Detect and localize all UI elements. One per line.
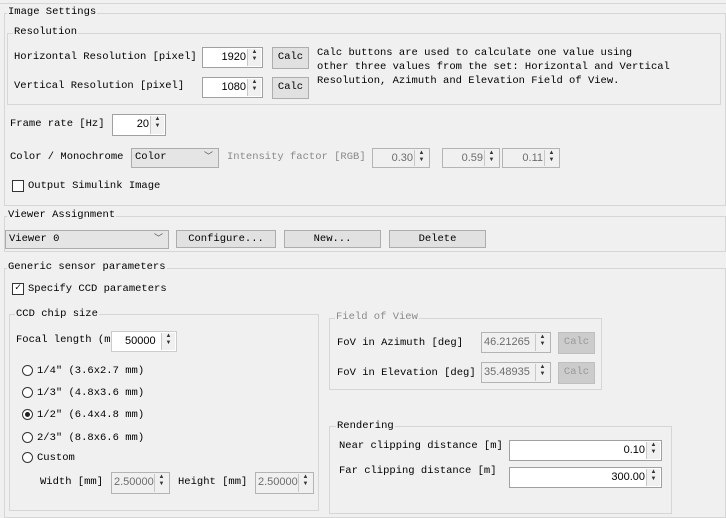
calc-azimuth-button[interactable]: Calc xyxy=(558,332,595,354)
fov-elevation-label: FoV in Elevation [deg] xyxy=(337,367,476,379)
viewer-assignment-title: Viewer Assignment xyxy=(7,209,117,221)
resolution-title: Resolution xyxy=(13,26,79,38)
vertical-resolution-label: Vertical Resolution [pixel] xyxy=(14,80,185,92)
radio-third-inch[interactable] xyxy=(22,387,33,398)
radio-half-inch[interactable] xyxy=(22,409,33,420)
spinner-icon[interactable]: ▲ ▼ xyxy=(161,333,175,350)
radio-custom[interactable] xyxy=(22,452,33,463)
spinner-icon[interactable]: ▲ ▼ xyxy=(535,364,549,381)
calc-description-line: Resolution, Azimuth and Elevation Field … xyxy=(317,75,620,87)
intensity-g-input[interactable]: 0.59 ▲ ▼ xyxy=(442,148,500,168)
chevron-down-icon: ﹀ xyxy=(153,234,163,244)
radio-label: 1/4" (3.6x2.7 mm) xyxy=(37,365,145,377)
calc-elevation-button[interactable]: Calc xyxy=(558,362,595,384)
delete-button[interactable]: Delete xyxy=(389,230,486,248)
radio-label: Custom xyxy=(37,452,75,464)
spinner-icon[interactable]: ▲ ▼ xyxy=(298,474,312,492)
specify-ccd-label: Specify CCD parameters xyxy=(28,283,167,295)
radio-quarter-inch[interactable] xyxy=(22,365,33,376)
frame-rate-label: Frame rate [Hz] xyxy=(10,118,105,130)
radio-label: 2/3" (8.8x6.6 mm) xyxy=(37,432,145,444)
focal-length-input[interactable]: 50000 ▲ ▼ xyxy=(111,331,177,352)
ccd-chip-title: CCD chip size xyxy=(15,308,99,320)
intensity-label: Intensity factor [RGB] xyxy=(227,151,366,163)
radio-two-thirds-inch[interactable] xyxy=(22,432,33,443)
radio-label: 1/3" (4.8x3.6 mm) xyxy=(37,387,145,399)
output-simulink-checkbox[interactable] xyxy=(12,180,24,192)
radio-label: 1/2" (6.4x4.8 mm) xyxy=(37,409,145,421)
calc-description-line: Calc buttons are used to calculate one v… xyxy=(317,47,633,59)
far-clipping-label: Far clipping distance [m] xyxy=(339,465,497,477)
spinner-icon[interactable]: ▲ ▼ xyxy=(247,49,261,66)
image-settings-title: Image Settings xyxy=(7,6,98,18)
new-button[interactable]: New... xyxy=(284,230,381,248)
width-label: Width [mm] xyxy=(40,476,104,488)
vertical-resolution-input[interactable]: 1080 ▲ ▼ xyxy=(202,77,263,98)
calc-vertical-button[interactable]: Calc xyxy=(272,77,309,99)
spinner-icon[interactable]: ▲ ▼ xyxy=(535,334,549,351)
fov-azimuth-input[interactable]: 46.21265 ▲ ▼ xyxy=(481,332,551,353)
spinner-icon[interactable]: ▲ ▼ xyxy=(646,469,660,486)
calc-description-line: other three values from the set: Horizon… xyxy=(317,61,670,73)
generic-sensor-title: Generic sensor parameters xyxy=(7,261,167,273)
height-label: Height [mm] xyxy=(178,476,248,488)
width-input[interactable]: 2.50000 ▲ ▼ xyxy=(111,472,170,494)
horizontal-resolution-input[interactable]: 1920 ▲ ▼ xyxy=(202,47,263,68)
output-simulink-label: Output Simulink Image xyxy=(28,180,161,192)
chevron-down-icon: ﹀ xyxy=(203,152,213,162)
specify-ccd-checkbox[interactable]: ✓ xyxy=(12,283,24,295)
tab-strip-edge xyxy=(0,3,726,4)
viewer-select[interactable]: Viewer 0 ﹀ xyxy=(5,230,169,249)
horizontal-resolution-label: Horizontal Resolution [pixel] xyxy=(14,51,197,63)
fov-elevation-input[interactable]: 35.48935 ▲ ▼ xyxy=(481,362,551,383)
near-clipping-label: Near clipping distance [m] xyxy=(339,440,503,452)
intensity-r-input[interactable]: 0.30 ▲ ▼ xyxy=(372,148,430,168)
height-input[interactable]: 2.50000 ▲ ▼ xyxy=(255,472,314,494)
spinner-icon[interactable]: ▲ ▼ xyxy=(150,116,164,134)
field-of-view-title: Field of View xyxy=(335,311,419,323)
near-clipping-input[interactable]: 0.10 ▲ ▼ xyxy=(509,440,662,461)
calc-horizontal-button[interactable]: Calc xyxy=(272,47,309,69)
spinner-icon[interactable]: ▲ ▼ xyxy=(154,474,168,492)
rendering-title: Rendering xyxy=(336,420,395,432)
spinner-icon[interactable]: ▲ ▼ xyxy=(646,442,660,459)
spinner-icon[interactable]: ▲ ▼ xyxy=(247,79,261,96)
configure-button[interactable]: Configure... xyxy=(176,230,276,248)
fov-azimuth-label: FoV in Azimuth [deg] xyxy=(337,337,464,349)
spinner-icon[interactable]: ▲ ▼ xyxy=(414,150,428,166)
color-mono-label: Color / Monochrome xyxy=(10,151,124,163)
frame-rate-input[interactable]: 20 ▲ ▼ xyxy=(112,114,166,136)
intensity-b-input[interactable]: 0.11 ▲ ▼ xyxy=(502,148,560,168)
focal-length-label: Focal length (mm) xyxy=(16,334,124,346)
spinner-icon[interactable]: ▲ ▼ xyxy=(484,150,498,166)
color-mono-select[interactable]: Color ﹀ xyxy=(131,148,219,168)
spinner-icon[interactable]: ▲ ▼ xyxy=(544,150,558,166)
far-clipping-input[interactable]: 300.00 ▲ ▼ xyxy=(509,467,662,488)
